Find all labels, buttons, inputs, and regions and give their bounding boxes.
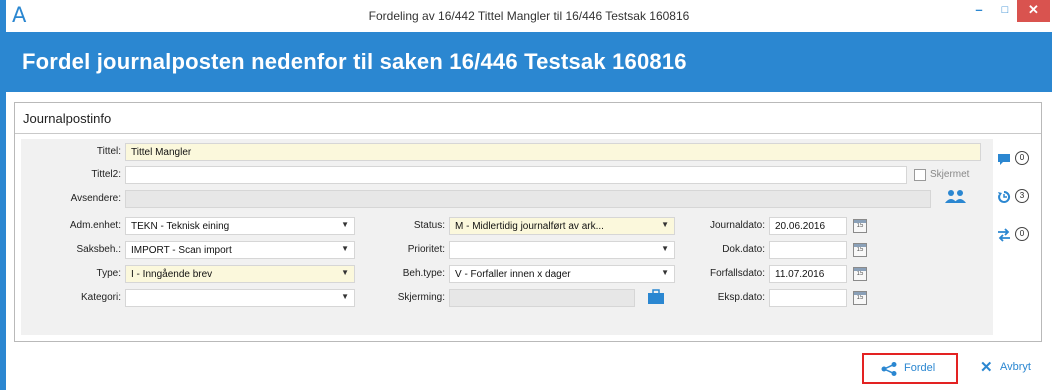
transfer-counter[interactable]: 0: [997, 227, 1029, 243]
skjerming-field: [449, 289, 635, 307]
panel-title: Journalpostinfo: [23, 111, 112, 126]
transfer-count: 0: [1015, 227, 1029, 241]
minimize-button[interactable]: –: [968, 0, 990, 22]
skjermet-checkbox[interactable]: [914, 169, 926, 181]
tittel2-field[interactable]: [125, 166, 907, 184]
adm-enhet-select[interactable]: TEKN - Teknisk eining ▼: [125, 217, 355, 235]
saksbeh-label: Saksbeh.:: [76, 244, 121, 255]
forfallsdato-value: 11.07.2016: [775, 269, 825, 280]
chevron-down-icon: ▼: [661, 244, 669, 253]
type-value: I - Inngående brev: [131, 269, 213, 280]
ekspdato-label: Eksp.dato:: [717, 292, 765, 303]
history-icon: [998, 190, 1011, 203]
journaldato-field[interactable]: 20.06.2016: [769, 217, 847, 235]
panel-divider: [15, 133, 1041, 134]
adm-enhet-label: Adm.enhet:: [69, 220, 121, 231]
kategori-select[interactable]: ▼: [125, 289, 355, 307]
journaldato-value: 20.06.2016: [775, 221, 826, 232]
maximize-button[interactable]: □: [994, 0, 1016, 22]
saksbeh-value: IMPORT - Scan import: [131, 245, 232, 256]
forfallsdato-field[interactable]: 11.07.2016: [769, 265, 847, 283]
behtype-value: V - Forfaller innen x dager: [455, 269, 571, 280]
tittel2-label: Tittel2:: [91, 169, 121, 180]
avbryt-button[interactable]: ✕ Avbryt: [972, 358, 1042, 380]
form-area: Tittel: Tittel Mangler Tittel2: Skjermet…: [21, 139, 993, 335]
type-label: Type:: [96, 268, 121, 279]
avsendere-label: Avsendere:: [70, 193, 121, 204]
dokdato-label: Dok.dato:: [722, 244, 765, 255]
avbryt-label: Avbryt: [1000, 361, 1031, 373]
calendar-icon[interactable]: 15: [853, 291, 867, 305]
skjerming-label: Skjerming:: [397, 292, 445, 303]
journalpost-panel: Journalpostinfo Tittel: Tittel Mangler T…: [14, 102, 1042, 342]
avsendere-field: [125, 190, 931, 208]
kategori-label: Kategori:: [80, 292, 121, 303]
title-bar: A Fordeling av 16/442 Tittel Mangler til…: [6, 0, 1052, 32]
close-icon: ✕: [980, 359, 993, 376]
fordel-label: Fordel: [904, 362, 936, 374]
adm-enhet-value: TEKN - Teknisk eining: [131, 221, 230, 232]
briefcase-icon[interactable]: [647, 288, 665, 306]
journaldato-label: Journaldato:: [709, 220, 765, 231]
contacts-icon[interactable]: [943, 189, 969, 205]
history-count: 3: [1015, 189, 1029, 203]
chevron-down-icon: ▼: [341, 268, 349, 277]
status-label: Status:: [413, 220, 445, 231]
chevron-down-icon: ▼: [661, 220, 669, 229]
status-select[interactable]: M - Midlertidig journalført av ark... ▼: [449, 217, 675, 235]
share-icon: [881, 362, 897, 376]
dokdato-field[interactable]: [769, 241, 847, 259]
chevron-down-icon: ▼: [341, 292, 349, 301]
fordel-button[interactable]: Fordel: [862, 353, 958, 384]
chevron-down-icon: ▼: [341, 244, 349, 253]
close-button[interactable]: ✕: [1017, 0, 1050, 22]
chevron-down-icon: ▼: [341, 220, 349, 229]
transfer-icon: [998, 228, 1010, 242]
calendar-icon[interactable]: 15: [853, 243, 867, 257]
tittel-value: Tittel Mangler: [131, 147, 192, 158]
type-select[interactable]: I - Inngående brev ▼: [125, 265, 355, 283]
calendar-icon[interactable]: 15: [853, 219, 867, 233]
chevron-down-icon: ▼: [661, 268, 669, 277]
tittel-field[interactable]: Tittel Mangler: [125, 143, 981, 161]
comments-count: 0: [1015, 151, 1029, 165]
saksbeh-select[interactable]: IMPORT - Scan import ▼: [125, 241, 355, 259]
page-title: Fordel journalposten nedenfor til saken …: [22, 49, 687, 74]
skjermet-label: Skjermet: [930, 169, 970, 180]
comments-counter[interactable]: 0: [997, 151, 1029, 167]
dialog-window: A Fordeling av 16/442 Tittel Mangler til…: [0, 0, 1052, 390]
behtype-select[interactable]: V - Forfaller innen x dager ▼: [449, 265, 675, 283]
header-band: Fordel journalposten nedenfor til saken …: [6, 32, 1052, 92]
calendar-icon[interactable]: 15: [853, 267, 867, 281]
tittel-label: Tittel:: [96, 146, 121, 157]
status-value: M - Midlertidig journalført av ark...: [455, 221, 604, 232]
window-title: Fordeling av 16/442 Tittel Mangler til 1…: [368, 9, 690, 23]
prioritet-label: Prioritet:: [407, 244, 445, 255]
behtype-label: Beh.type:: [402, 268, 445, 279]
history-counter[interactable]: 3: [997, 189, 1029, 205]
comment-icon: [998, 154, 1010, 165]
prioritet-select[interactable]: ▼: [449, 241, 675, 259]
forfallsdato-label: Forfallsdato:: [709, 268, 765, 279]
ekspdato-field[interactable]: [769, 289, 847, 307]
